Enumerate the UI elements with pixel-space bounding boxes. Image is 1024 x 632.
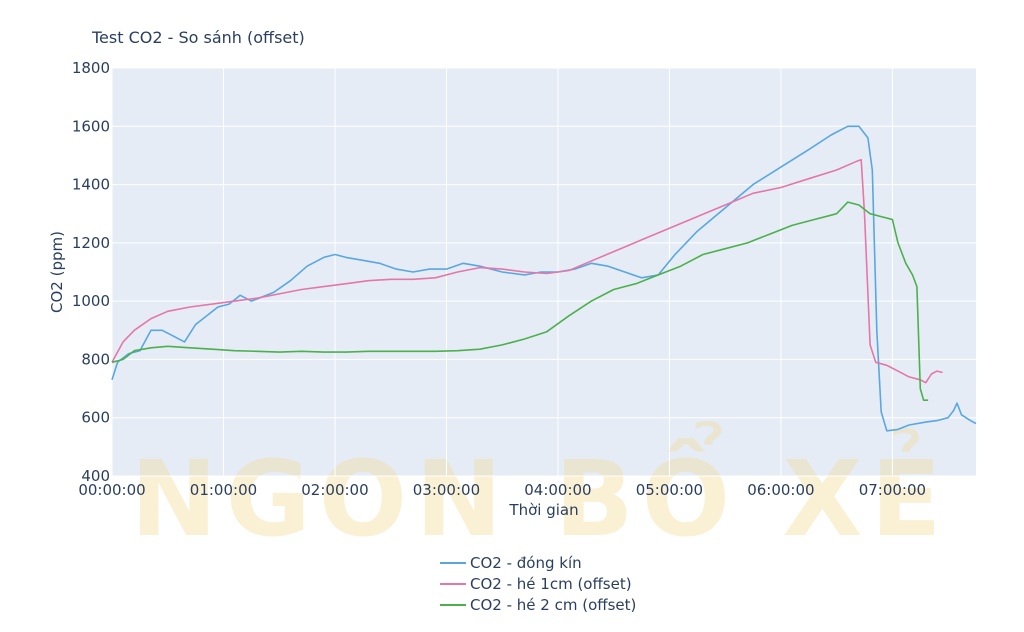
x-tick-label: 00:00:00 (78, 481, 145, 499)
x-tick-label: 06:00:00 (747, 481, 814, 499)
legend-swatch (440, 582, 466, 585)
y-tick-label: 1800 (72, 59, 110, 77)
legend-swatch (440, 603, 466, 606)
legend-label: CO2 - hé 1cm (offset) (470, 574, 632, 593)
y-tick-label: 1200 (72, 234, 110, 252)
y-tick-label: 1400 (72, 176, 110, 194)
legend-swatch (440, 561, 466, 564)
y-tick-label: 1600 (72, 117, 110, 135)
y-tick-label: 800 (81, 350, 110, 368)
y-tick-label: 600 (81, 409, 110, 427)
y-axis-ticks: 40060080010001200140016001800 (72, 59, 110, 485)
x-tick-label: 07:00:00 (859, 481, 926, 499)
y-tick-label: 1000 (72, 292, 110, 310)
legend-item-3[interactable]: CO2 - hé 2 cm (offset) (440, 594, 636, 615)
x-axis-title: Thời gian (508, 501, 578, 519)
x-tick-label: 01:00:00 (190, 481, 257, 499)
chart-svg: NGON BỔ XẺ 40060080010001200140016001800… (48, 59, 977, 560)
legend-item-2[interactable]: CO2 - hé 1cm (offset) (440, 573, 636, 594)
legend-item-1[interactable]: CO2 - đóng kín (440, 552, 636, 573)
x-tick-label: 05:00:00 (636, 481, 703, 499)
y-axis-title: CO2 (ppm) (48, 231, 66, 313)
legend: CO2 - đóng kín CO2 - hé 1cm (offset) CO2 -… (440, 552, 636, 615)
x-tick-label: 03:00:00 (413, 481, 480, 499)
x-tick-label: 02:00:00 (301, 481, 368, 499)
x-tick-label: 04:00:00 (524, 481, 591, 499)
legend-label: CO2 - đóng kín (470, 553, 582, 572)
legend-label: CO2 - hé 2 cm (offset) (470, 595, 637, 614)
